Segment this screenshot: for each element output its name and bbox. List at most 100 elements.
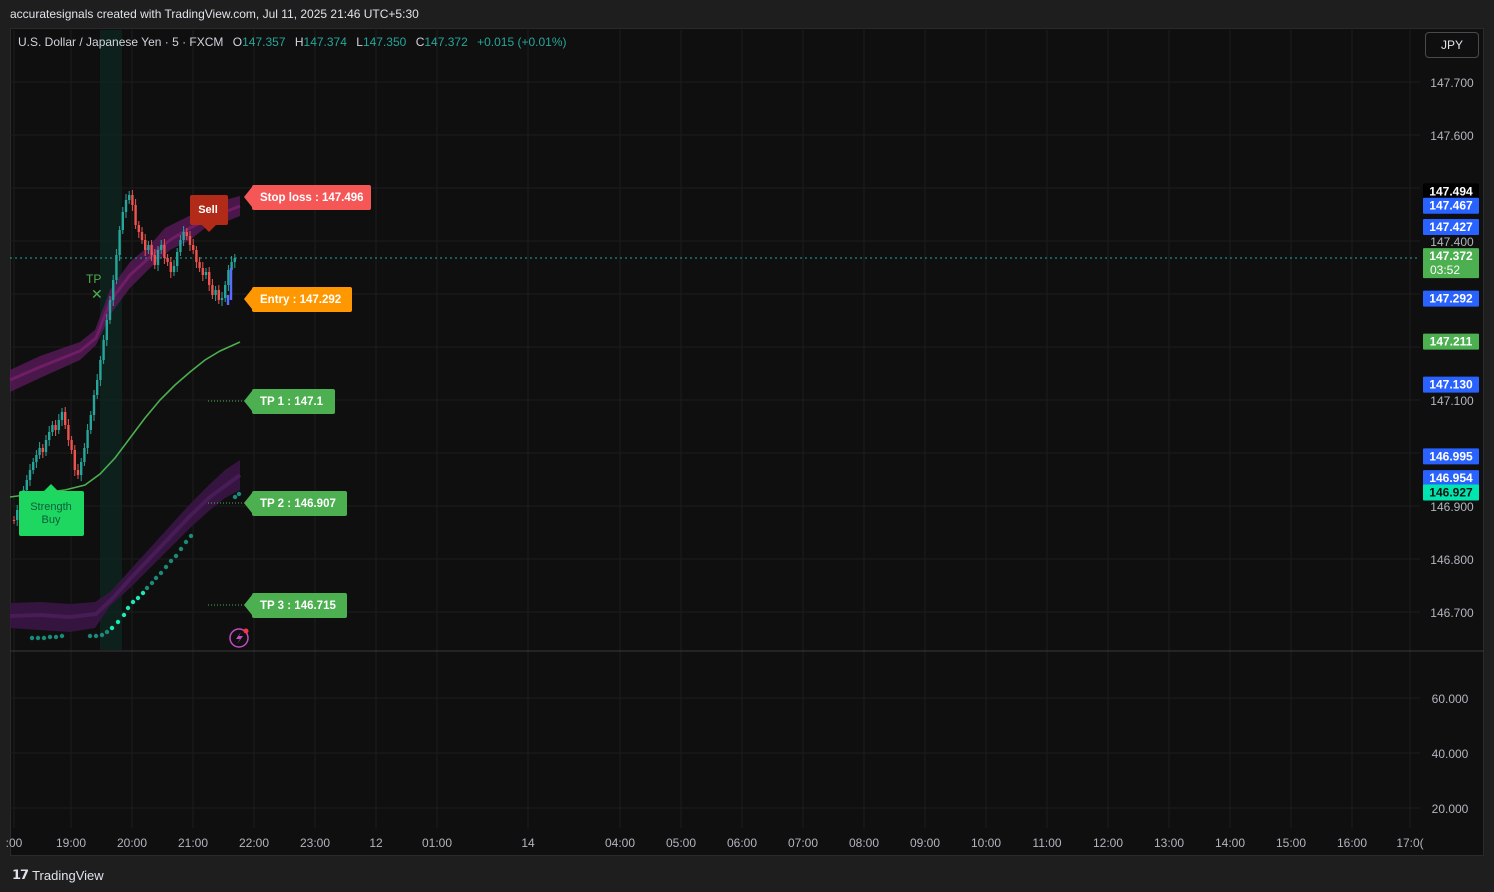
ohlc-legend: U.S. Dollar / Japanese Yen · 5 · FXCM O1… [18,35,567,49]
time-tick: 09:00 [910,836,940,850]
price-tick: 146.800 [1430,553,1474,567]
trailing-dot [115,619,121,625]
candle-body [198,262,201,268]
stop-loss-text: Stop loss : 147.496 [260,192,364,204]
currency-button[interactable]: JPY [1425,32,1479,58]
candle-body [44,440,48,452]
candle-body [224,285,227,298]
candle-body [140,232,144,240]
stop-loss-label[interactable]: Stop loss : 147.496 [244,185,371,210]
indicator-axis[interactable]: 60.000 40.000 20.000 [1432,692,1469,816]
trailing-dot [178,546,184,552]
trailing-dot [144,585,150,591]
trailing-dot [87,633,93,639]
price-badge: 147.130 [1423,376,1479,393]
candle-body [166,258,169,262]
price-badge-value: 147.494 [1429,184,1473,198]
candle-body [182,232,185,240]
trailing-dot [93,633,99,639]
time-tick: 16:00 [1337,836,1367,850]
candle-body [227,270,230,285]
tp-hit-marker: TP ✕ [86,272,103,302]
candle-body [160,245,163,250]
tradingview-logo-icon: 𝟭𝟳 [12,867,29,882]
trailing-dot [168,558,174,564]
price-badge: 147.211 [1423,333,1479,350]
price-badge-value: 147.130 [1429,378,1473,392]
strength-buy-line1: Strength [30,501,72,513]
price-badge: 147.37203:52 [1423,248,1479,279]
trailing-dot [140,590,146,596]
candle-body [211,285,214,295]
indicator-tick: 60.000 [1432,692,1469,706]
price-badge-countdown: 03:52 [1430,263,1460,277]
price-badge-value: 147.372 [1429,249,1473,263]
candle-body [115,255,118,280]
time-tick: 05:00 [666,836,696,850]
trailing-dot [35,635,41,641]
strength-buy-label[interactable]: Strength Buy [19,484,84,536]
price-badge-value: 147.427 [1429,220,1473,234]
candle-body [83,448,86,462]
change-value: +0.015 (+0.01%) [477,35,567,49]
tp1-label[interactable]: TP 1 : 147.1 [244,389,335,414]
trailing-dot [109,625,115,631]
trailing-dot [163,564,169,570]
candle-body [89,415,92,430]
time-tick: 13:00 [1154,836,1184,850]
candle-body [64,412,67,425]
candle-body [38,448,41,455]
tp2-label[interactable]: TP 2 : 146.907 [244,491,347,516]
price-badge-value: 146.927 [1429,485,1473,499]
time-axis[interactable]: :00 19:00 20:00 21:00 22:00 23:00 12 01:00 14 04:… [6,836,1424,850]
candle-body [121,212,124,230]
candle-body [118,230,121,255]
candle-body [195,250,198,262]
time-tick: 20:00 [117,836,147,850]
price-tick: 147.700 [1430,76,1474,90]
candle-body [163,245,166,258]
tp3-label[interactable]: TP 3 : 146.715 [244,593,347,618]
candle-body [54,425,57,430]
candle-body [28,470,32,480]
trailing-dot [149,580,155,586]
candle-body [229,268,233,300]
candle-body [12,520,16,521]
candle-body [214,290,217,295]
trailing-dot [236,491,242,497]
time-tick: 22:00 [239,836,269,850]
grid-lines [10,30,1420,828]
price-tick: 146.700 [1430,606,1474,620]
price-badge: 147.467 [1423,197,1479,214]
time-tick: 19:00 [56,836,86,850]
time-tick: 12 [369,836,383,850]
tp2-text: TP 2 : 146.907 [260,498,336,510]
symbol-name[interactable]: U.S. Dollar / Japanese Yen · 5 · FXCM [18,35,223,49]
chart-canvas[interactable]: Sell Stop loss : 147.496 Entry : 147.292… [0,0,1494,892]
tradingview-logo[interactable]: 𝟭𝟳 TradingView [12,867,104,883]
price-badge: 147.292 [1423,290,1479,307]
candle-body [144,240,147,250]
candle-body [217,290,220,300]
candle-body [188,236,192,245]
lightning-icon[interactable] [229,628,249,648]
trailing-dot [232,494,238,500]
candle-body [35,455,38,462]
price-badge: 146.927 [1423,484,1479,501]
sell-text: Sell [198,204,218,216]
candle-body [208,272,211,285]
trailing-dot [158,570,164,576]
time-tick: 14:00 [1215,836,1245,850]
brand-text: TradingView [32,867,104,883]
candle-body [16,510,19,520]
lower-band [10,460,240,632]
candle-body [41,448,44,452]
candle-body [204,272,208,275]
candle-body [153,255,156,265]
time-tick: 08:00 [849,836,879,850]
low-key: L [356,35,363,49]
low-value: 147.350 [362,35,407,49]
price-badge: 146.954 [1423,470,1479,487]
entry-label[interactable]: Entry : 147.292 [244,287,352,312]
trailing-dot [59,633,65,639]
